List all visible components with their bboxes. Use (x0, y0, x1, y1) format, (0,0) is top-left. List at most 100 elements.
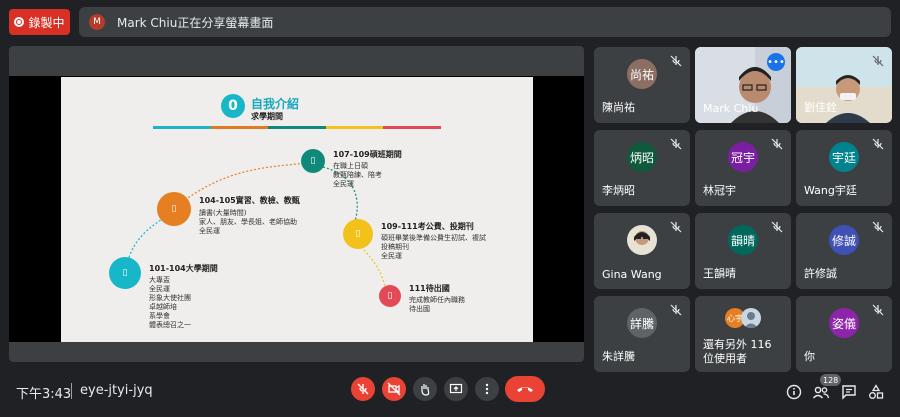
timeline-node-masters: ▯ (301, 149, 325, 173)
avatar: 尚祐 (627, 59, 657, 89)
recording-badge[interactable]: 錄製中 (9, 9, 70, 35)
description-line: 體表總召之一 (149, 321, 191, 329)
participant-name: 陳尚祐 (602, 101, 635, 114)
participant-tile[interactable]: 修誠 許修誠 (796, 213, 892, 289)
others-count: 還有另外 116 位使用者 (703, 338, 772, 365)
description-line: 在職上日碩 (333, 162, 368, 170)
camera-off-icon (387, 382, 401, 396)
avatar: 炳昭 (627, 142, 657, 172)
avatar: 修誠 (829, 225, 859, 255)
participant-name: 王韻晴 (703, 267, 736, 280)
activities-icon (869, 384, 884, 399)
participant-name: 李炳昭 (602, 184, 635, 197)
participant-tile[interactable]: 炳昭 李炳昭 (594, 130, 690, 206)
participant-tile[interactable]: 尚祐 陳尚祐 (594, 47, 690, 123)
activities-button[interactable] (866, 382, 886, 402)
description-line: 全民運 (199, 227, 220, 235)
participant-name: 你 (804, 350, 815, 363)
presentation-slide: 0 自我介紹 求學期間 ▯ 101-104大學期間 大專盃 全民運 形象大使社團… (61, 77, 533, 342)
mic-off-icon (872, 304, 884, 316)
book-icon: ▯ (387, 291, 393, 301)
presenting-text: Mark Chiu正在分享螢幕畫面 (117, 15, 274, 30)
description-line: 全民運 (149, 285, 170, 293)
participant-tile[interactable]: Gina Wang (594, 213, 690, 289)
timeline-description: 大專盃 全民運 形象大使社團 卓越師培 系學會 體表總召之一 (149, 276, 191, 330)
mic-off-icon (771, 221, 783, 233)
timeline-description: 在職上日碩 教甄陪練、陪考 全民運 (333, 162, 382, 189)
camera-toggle-button[interactable] (382, 377, 406, 401)
timeline-description: 碩班畢業後準備公費生初試、複試 投稿期刊 全民運 (381, 234, 486, 261)
book-icon: ▯ (310, 156, 316, 166)
participant-tile[interactable]: ••• Mark Chiu (695, 47, 791, 123)
timeline-description: 完成教師任內職務 待出國 (409, 296, 465, 314)
participant-name: Mark Chiu (703, 102, 759, 115)
avatar (741, 308, 761, 328)
participant-tile[interactable]: 冠宇 林冠宇 (695, 130, 791, 206)
mic-off-icon (670, 221, 682, 233)
description-line: 投稿期刊 (381, 243, 409, 251)
mic-off-icon (670, 138, 682, 150)
mic-off-icon (670, 55, 682, 67)
people-icon (812, 386, 830, 399)
meeting-code[interactable]: eye-jtyi-jyq (80, 383, 153, 398)
info-icon (786, 384, 802, 400)
avatar: 宇廷 (829, 142, 859, 172)
timeline-label: 107-109碩班期間 (333, 150, 402, 159)
more-vert-icon (485, 383, 489, 395)
avatar (627, 225, 657, 255)
chat-button[interactable] (839, 382, 859, 402)
others-tile[interactable]: 心宇 還有另外 116 位使用者 (695, 296, 791, 372)
avatar: 詳騰 (627, 308, 657, 338)
participant-tile[interactable]: 姿儀 你 (796, 296, 892, 372)
description-line: 完成教師任內職務 (409, 296, 465, 304)
participant-tile[interactable]: 詳騰 朱詳騰 (594, 296, 690, 372)
participant-name: 林冠宇 (703, 184, 736, 197)
leave-call-button[interactable] (505, 376, 545, 402)
participant-name: 朱詳騰 (602, 350, 635, 363)
timeline-node-university: ▯ (109, 257, 141, 289)
mic-off-icon (771, 138, 783, 150)
presenter-avatar: M (89, 14, 105, 30)
raise-hand-button[interactable] (413, 377, 437, 401)
description-line: 全民運 (381, 252, 402, 260)
book-icon: ▯ (171, 204, 177, 214)
description-line: 教甄陪練、陪考 (333, 171, 382, 179)
participant-name: 劉佳銓 (804, 101, 837, 114)
description-line: 全民運 (333, 180, 354, 188)
description-line: 卓越師培 (149, 303, 177, 311)
present-screen-button[interactable] (444, 377, 468, 401)
timeline-label: 109-111考公費、投期刊 (381, 222, 474, 231)
participant-name: Wang宇廷 (804, 184, 857, 197)
shared-screen-top-strip (9, 46, 584, 76)
participant-tile[interactable]: 宇廷 Wang宇廷 (796, 130, 892, 206)
timeline-node-internship: ▯ (157, 192, 191, 226)
current-time: 下午3:43 (16, 387, 72, 402)
avatar: 韻晴 (728, 225, 758, 255)
description-line: 讀書(大量時間) (199, 209, 247, 217)
present-icon (449, 383, 463, 394)
mic-off-icon (357, 383, 369, 395)
description-line: 家人、朋友、學長姐、老師協助 (199, 218, 297, 226)
participant-tile[interactable]: 劉佳銓 (796, 47, 892, 123)
timeline-label: 111待出國 (409, 284, 450, 293)
description-line: 形象大使社團 (149, 294, 191, 302)
mic-off-icon (872, 55, 884, 67)
shared-screen-bottom-strip (9, 342, 584, 362)
meeting-details-button[interactable] (784, 382, 804, 402)
hand-icon (421, 384, 430, 396)
more-options-icon[interactable]: ••• (767, 53, 785, 71)
participant-tile[interactable]: 韻晴 王韻晴 (695, 213, 791, 289)
description-line: 待出國 (409, 305, 430, 313)
participant-name: 許修誠 (804, 267, 837, 280)
timeline-label: 101-104大學期間 (149, 264, 218, 273)
more-options-button[interactable] (475, 377, 499, 401)
mic-off-icon (872, 221, 884, 233)
divider (71, 383, 72, 399)
microphone-toggle-button[interactable] (351, 377, 375, 401)
description-line: 碩班畢業後準備公費生初試、複試 (381, 234, 486, 242)
description-line: 系學會 (149, 312, 170, 320)
description-line: 大專盃 (149, 276, 170, 284)
chat-icon (842, 385, 856, 400)
mic-off-icon (872, 138, 884, 150)
participant-name: Gina Wang (602, 268, 662, 281)
